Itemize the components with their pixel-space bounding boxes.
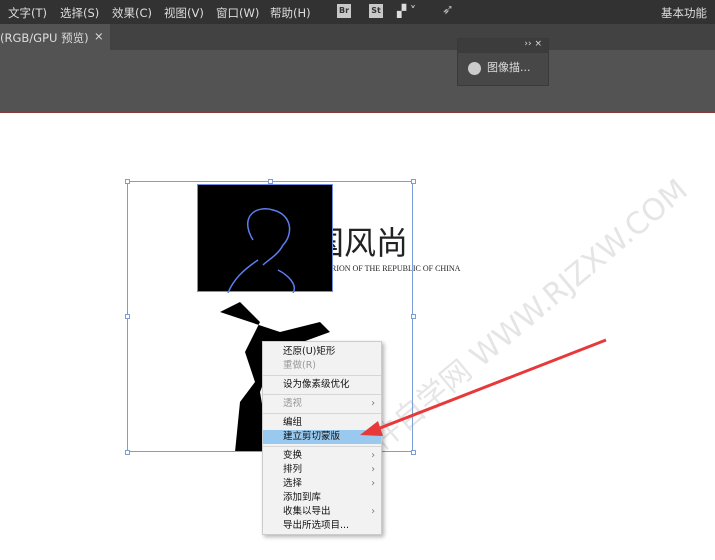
menu-item-label: 排列 — [283, 464, 303, 475]
selection-handle[interactable] — [411, 179, 416, 184]
image-trace-icon — [468, 61, 481, 75]
chevron-right-icon: › — [371, 398, 375, 409]
image-trace-button[interactable]: 图像描... — [458, 53, 548, 75]
menu-item-collect-for-export[interactable]: 收集以导出 › — [263, 505, 381, 519]
document-tab[interactable]: (RGB/GPU 预览) × — [0, 24, 110, 50]
chevron-right-icon: › — [371, 478, 375, 489]
menu-item-redo: 重做(R) — [283, 360, 317, 371]
menu-window[interactable]: 窗口(W) — [216, 5, 259, 21]
selection-handle[interactable] — [268, 179, 273, 184]
close-icon[interactable]: × — [94, 29, 104, 43]
context-menu: 还原(U)矩形 重做(R) 设为像素级优化 透视 › 编组 建立剪切蒙版 变换 › … — [262, 341, 382, 535]
menu-item-label: 收集以导出 — [283, 506, 331, 517]
chevron-right-icon: › — [371, 506, 375, 517]
menu-item-select[interactable]: 选择 › — [263, 477, 381, 491]
menu-item-add-to-library[interactable]: 添加到库 — [263, 491, 381, 505]
menu-help[interactable]: 帮助(H) — [270, 5, 311, 21]
menu-item-perspective: 透视 › — [263, 397, 381, 411]
selection-handle[interactable] — [125, 179, 130, 184]
menu-item-make-clipping-mask[interactable]: 建立剪切蒙版 — [263, 430, 381, 444]
panel-controls[interactable]: ›› × — [458, 39, 548, 53]
document-tab-bar: (RGB/GPU 预览) × — [0, 24, 715, 50]
menu-item-export-selection[interactable]: 导出所选项目... — [263, 519, 381, 533]
chevron-right-icon: › — [371, 450, 375, 461]
menu-select[interactable]: 选择(S) — [60, 5, 99, 21]
menu-item-label: 透视 — [283, 398, 303, 409]
control-area — [0, 50, 715, 113]
image-trace-panel: ›› × 图像描... — [457, 38, 549, 86]
menu-separator — [263, 446, 381, 447]
menu-item-label: 选择 — [283, 478, 303, 489]
selection-handle[interactable] — [125, 450, 130, 455]
menu-effect[interactable]: 效果(C) — [112, 5, 152, 21]
chevron-right-icon: › — [371, 464, 375, 475]
menu-text[interactable]: 文字(T) — [8, 5, 47, 21]
selection-handle[interactable] — [411, 450, 416, 455]
selection-handle[interactable] — [125, 314, 130, 319]
menu-item-transform[interactable]: 变换 › — [263, 449, 381, 463]
bridge-icon[interactable]: Br — [337, 4, 351, 18]
stock-icon[interactable]: St — [369, 4, 383, 18]
menu-bar: 文字(T) 选择(S) 效果(C) 视图(V) 窗口(W) 帮助(H) Br S… — [0, 0, 715, 24]
menu-item-arrange[interactable]: 排列 › — [263, 463, 381, 477]
gpu-rocket-icon[interactable]: ➶ — [442, 2, 454, 18]
menu-separator — [263, 394, 381, 395]
menu-item-pixel-optimize[interactable]: 设为像素级优化 — [263, 378, 381, 392]
menu-item-label: 变换 — [283, 450, 303, 461]
arrange-documents-icon[interactable]: ▞ ˅ — [397, 4, 416, 18]
menu-separator — [263, 375, 381, 376]
document-tab-label: (RGB/GPU 预览) — [0, 31, 89, 45]
image-trace-label: 图像描... — [487, 61, 531, 74]
menu-item-group[interactable]: 编组 — [263, 416, 381, 430]
menu-separator — [263, 413, 381, 414]
menu-view[interactable]: 视图(V) — [164, 5, 204, 21]
workspace-switcher[interactable]: 基本功能 — [661, 5, 707, 21]
menu-item-undo[interactable]: 还原(U)矩形 — [263, 345, 381, 359]
selection-handle[interactable] — [411, 314, 416, 319]
